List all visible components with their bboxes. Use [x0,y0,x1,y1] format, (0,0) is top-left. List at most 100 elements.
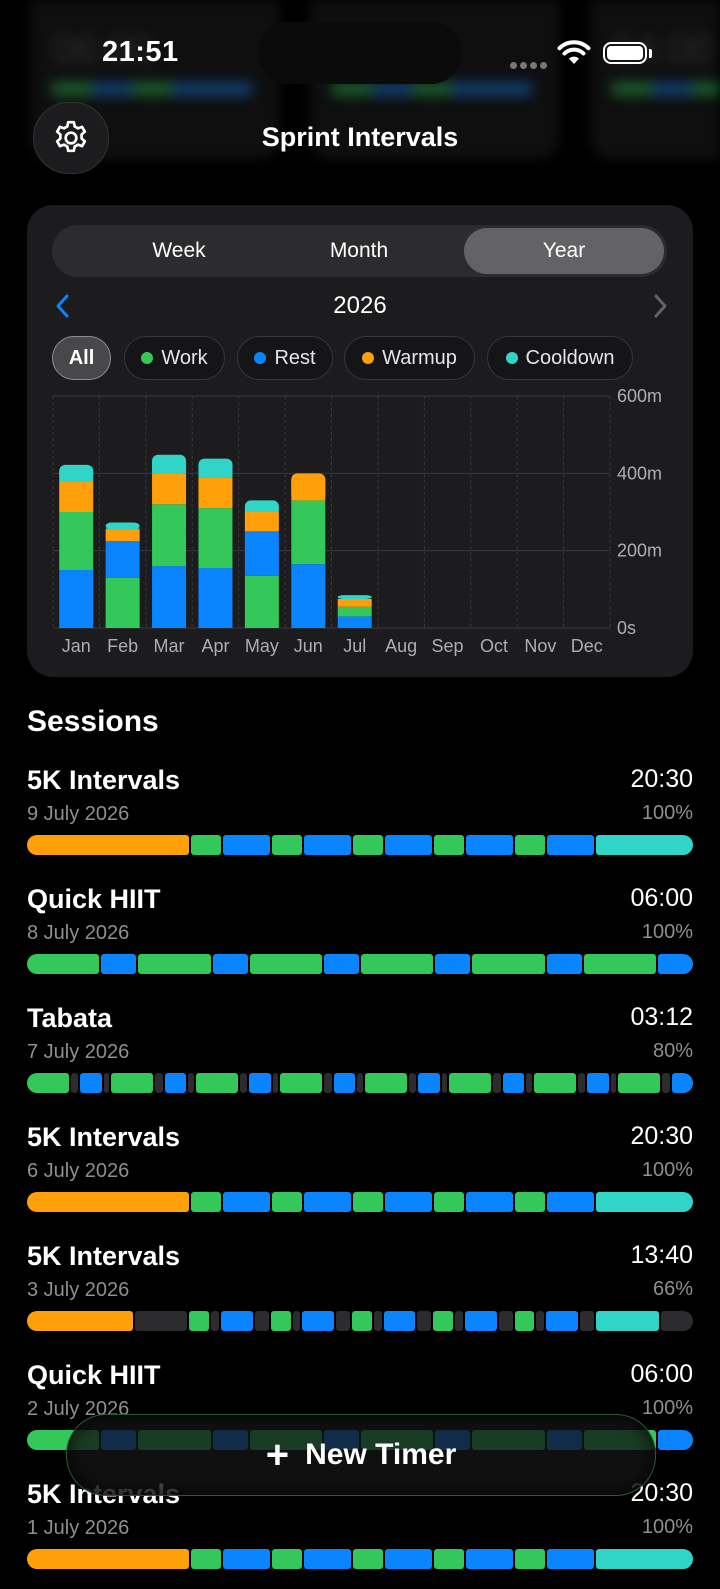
filter-work[interactable]: Work [124,336,225,380]
bar-segment [547,1192,594,1212]
bar-segment [271,1549,303,1569]
bar-segment-fill [244,506,279,512]
session-row[interactable]: 5K Intervals 3 July 2026 13:40 66% [27,1241,693,1351]
bar-segment [417,1311,432,1331]
bar-segment-work-may [244,575,279,628]
bar-segment-fill [198,464,233,478]
session-name: Tabata [27,1003,113,1033]
period-week[interactable]: Week [79,228,279,274]
bar-segment [385,1549,432,1569]
bar-segment [302,1311,335,1331]
session-date: 8 July 2026 [27,922,130,944]
session-percent: 66% [652,1278,693,1300]
session-row[interactable]: 5K Intervals 9 July 2026 20:30 100% [27,765,693,875]
session-progress-bar [27,1311,693,1331]
x-tick-label: Apr [201,636,229,656]
dynamic-island [258,22,462,84]
y-tick-label: 0s [617,618,636,638]
period-month[interactable]: Month [259,228,459,274]
rest-dot-icon [254,352,267,364]
battery-icon [603,42,647,64]
bar-segment-rest-jul [337,616,372,628]
bar-segment [580,1311,594,1331]
bar-segment [80,1073,102,1093]
bar-segment [27,1549,190,1569]
battery-tip [649,49,652,58]
filter-cooldown[interactable]: Cooldown [487,336,633,380]
session-percent: 100% [641,802,693,824]
session-name: 5K Intervals [27,1241,181,1271]
filter-work-label: Work [161,346,208,369]
bar-segment [271,1192,303,1212]
bar-segment [618,1073,661,1093]
bar-segment [610,1073,617,1093]
bar-segment [547,1549,594,1569]
bar-segment [270,1311,291,1331]
bar-segment [547,835,594,855]
filter-warmup[interactable]: Warmup [344,336,475,380]
bar-segment [304,835,351,855]
session-duration: 13:40 [630,1241,693,1269]
next-year-button[interactable] [649,293,671,319]
bar-segment [449,1073,492,1093]
session-row[interactable]: Quick HIIT 8 July 2026 06:00 100% [27,884,693,994]
bar-segment [595,1549,693,1569]
bar-segment-work-feb [105,577,140,628]
bar-segment-fill [152,460,187,474]
bar-segment [472,954,545,974]
bar-segment [441,1073,448,1093]
bar-segment [211,1311,220,1331]
session-row[interactable]: Tabata 7 July 2026 03:12 80% [27,1003,693,1113]
filter-rest[interactable]: Rest [237,336,333,380]
x-tick-label: Mar [154,636,185,656]
bar-segment-rest-jan [59,570,94,628]
filter-cooldown-label: Cooldown [525,346,615,369]
bar-segment [249,954,322,974]
session-name: 5K Intervals [27,1122,181,1152]
bar-segment [336,1311,351,1331]
session-date: 1 July 2026 [27,1517,130,1539]
y-tick-label: 600m [617,386,662,406]
x-tick-label: Dec [571,636,603,656]
x-tick-label: Jun [294,636,323,656]
session-date: 9 July 2026 [27,803,130,825]
bar-segment [27,954,100,974]
bar-segment-fill [59,470,94,482]
session-row[interactable]: 5K Intervals 6 July 2026 20:30 100% [27,1122,693,1232]
bar-segment [657,1430,693,1450]
bar-segment-fill [291,479,326,501]
bar-segment [385,835,432,855]
bar-segment [385,1192,432,1212]
x-tick-label: Jul [343,636,366,656]
session-duration: 06:00 [630,1360,693,1388]
bar-segment [352,1311,372,1331]
y-tick-label: 200m [617,541,662,561]
bar-segment [418,1073,440,1093]
bar-segment-cooldown-jul [337,595,372,599]
sessions-heading: Sessions [27,705,159,738]
session-duration: 03:12 [630,1003,693,1031]
y-tick-label: 400m [617,463,662,483]
session-progress-bar [27,1073,693,1093]
bar-segment-fill [105,528,140,530]
bar-segment [271,835,303,855]
bar-segment [212,954,248,974]
bar-segment [465,1311,497,1331]
cooldown-dot-icon [505,352,518,364]
bar-segment [164,1073,187,1093]
bar-segment [433,1192,465,1212]
bar-segment [352,835,384,855]
filter-all[interactable]: All [52,336,111,380]
bar-segment [292,1311,301,1331]
bar-segment [27,835,190,855]
session-progress-bar [27,954,693,974]
bar-segment [27,1311,133,1331]
bar-segment [502,1073,525,1093]
bar-segment-rest-mar [152,566,187,628]
bar-segment [223,1192,270,1212]
new-timer-button[interactable]: + New Timer [66,1414,656,1496]
bar-segment-warmup-mar [152,473,187,505]
period-year[interactable]: Year [464,228,664,274]
bar-segment [514,1311,535,1331]
bar-segment [435,954,471,974]
